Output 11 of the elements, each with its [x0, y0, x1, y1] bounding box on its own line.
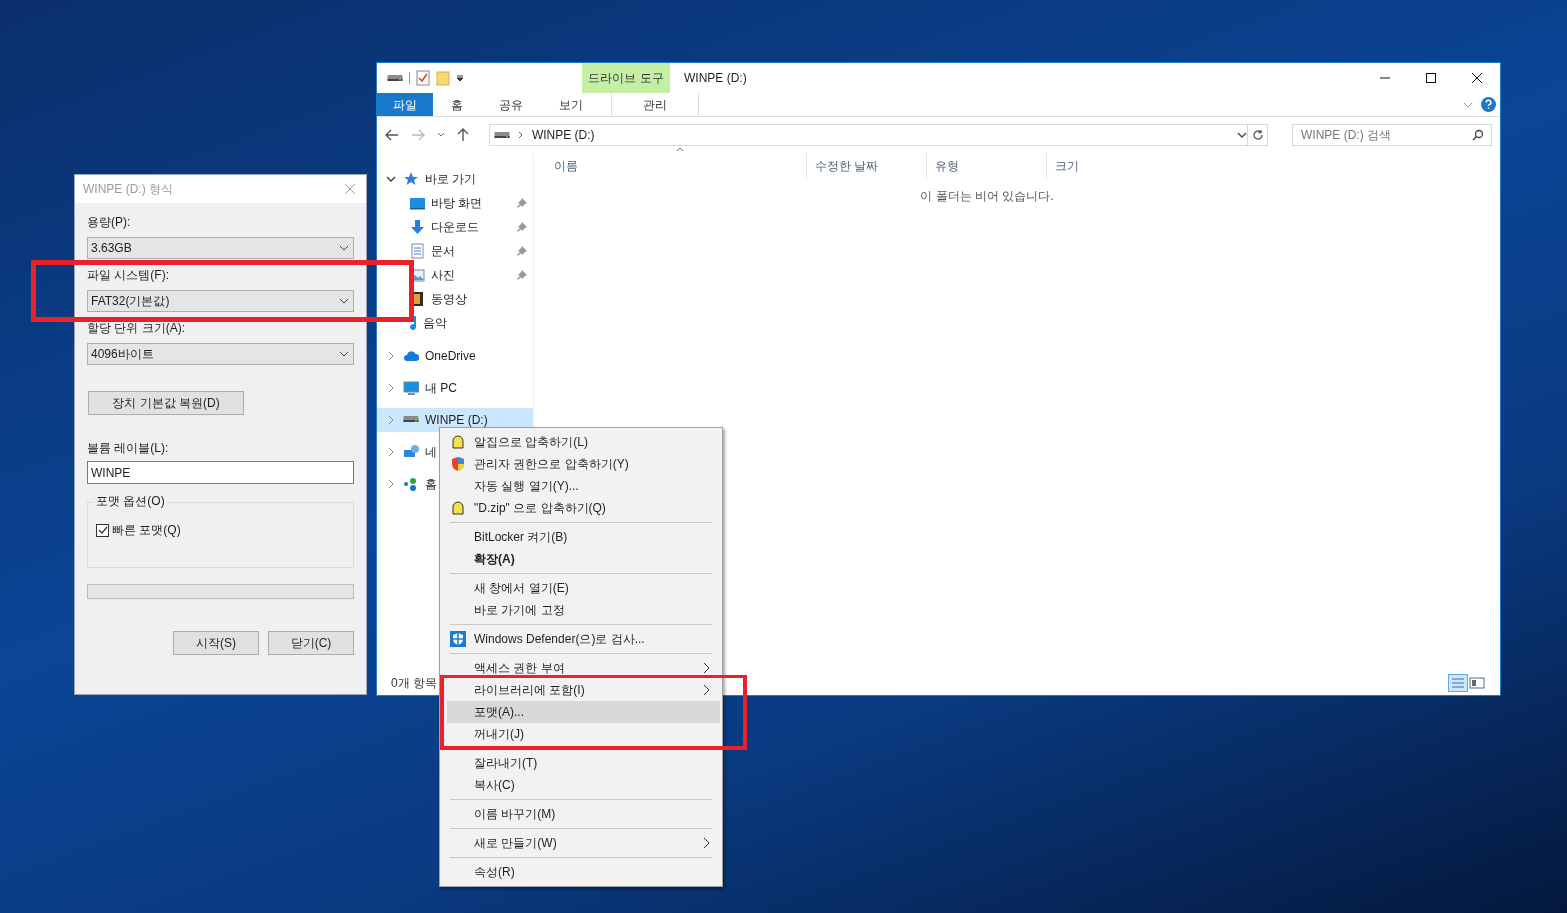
ribbon-context-label: 드라이브 도구 — [588, 70, 664, 87]
dialog-title: WINPE (D:) 형식 — [83, 181, 174, 198]
field-label: 볼륨 레이블(L): — [87, 441, 169, 455]
address-text: WINPE (D:) — [531, 127, 596, 144]
window-title: WINPE (D:) — [684, 71, 747, 85]
group-box-label: 포맷 옵션(O) — [94, 494, 167, 508]
field-label: 용량(P): — [87, 215, 131, 229]
field-label: 할당 단위 크기(A): — [87, 321, 185, 335]
empty-folder-message: 이 폴더는 비어 있습니다. — [920, 188, 1054, 205]
field-label: 파일 시스템(F): — [87, 268, 169, 282]
status-text: 0개 항목 — [391, 675, 437, 692]
